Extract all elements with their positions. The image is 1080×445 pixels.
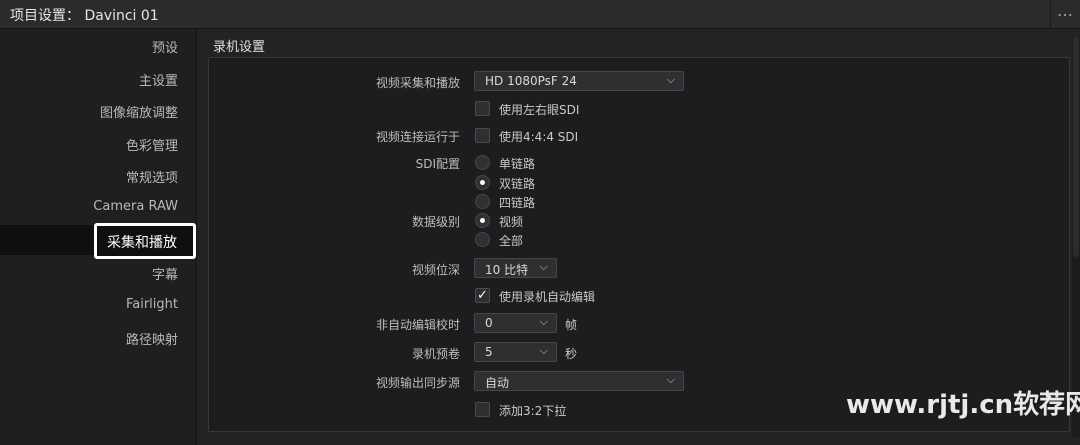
- full-level-label: 全部: [499, 234, 524, 248]
- sidebar-item-color-management[interactable]: 色彩管理: [0, 128, 196, 158]
- sidebar-item-general-options[interactable]: 常规选项: [0, 160, 196, 190]
- title-bar: 项目设置： Davinci 01 …: [0, 0, 1080, 29]
- radio-dual-link[interactable]: [475, 175, 490, 190]
- check-icon: ✓: [477, 288, 488, 303]
- radio-quad-link[interactable]: [475, 194, 490, 209]
- vertical-scrollbar[interactable]: [1072, 37, 1080, 437]
- use-deck-autoedit-label: 使用录机自动编辑: [499, 290, 596, 304]
- sidebar-item-camera-raw[interactable]: Camera RAW: [0, 192, 196, 222]
- non-auto-edit-timing-dropdown[interactable]: 0 ⌵: [474, 313, 557, 333]
- video-format-dropdown[interactable]: HD 1080PsF 24 ⌵: [474, 71, 684, 91]
- chevron-down-icon: ⌵: [539, 315, 548, 328]
- quad-link-label: 四链路: [499, 196, 536, 210]
- use-444-sdi-checkbox[interactable]: [475, 128, 490, 143]
- chevron-down-icon: ⌵: [539, 260, 548, 273]
- radio-single-link[interactable]: [475, 155, 490, 170]
- deck-preroll-dropdown[interactable]: 5 ⌵: [474, 342, 557, 362]
- more-options-icon[interactable]: …: [1050, 0, 1080, 29]
- main-content: 录机设置 视频采集和播放 HD 1080PsF 24 ⌵ 使用左右眼SDI 视频…: [196, 29, 1080, 445]
- sidebar-item-label: 预设: [151, 41, 178, 56]
- sidebar-item-label: Camera RAW: [93, 199, 178, 214]
- sidebar-item-label: Fairlight: [125, 297, 178, 312]
- bit-depth-dropdown[interactable]: 10 比特 ⌵: [474, 258, 557, 278]
- sidebar-item-fairlight[interactable]: Fairlight: [0, 290, 196, 320]
- dropdown-value: HD 1080PsF 24: [485, 74, 577, 88]
- sidebar-item-label: 常规选项: [125, 171, 178, 186]
- video-connection-label: 视频连接运行于: [375, 130, 460, 144]
- sidebar-item-path-mapping[interactable]: 路径映射: [0, 322, 196, 352]
- chevron-down-icon: ⌵: [539, 344, 548, 357]
- radio-video-level[interactable]: [475, 213, 490, 228]
- sidebar-item-subtitles[interactable]: 字幕: [0, 257, 196, 287]
- sidebar-item-label: 色彩管理: [125, 139, 178, 154]
- video-level-label: 视频: [499, 215, 524, 229]
- video-capture-playback-label: 视频采集和播放: [375, 76, 460, 90]
- radio-selected-dot: [480, 180, 485, 185]
- single-link-label: 单链路: [499, 157, 536, 171]
- scrollbar-thumb[interactable]: [1073, 37, 1079, 257]
- data-levels-label: 数据级别: [411, 215, 460, 229]
- chevron-down-icon: ⌵: [666, 373, 675, 386]
- sdi-config-label: SDI配置: [415, 157, 460, 171]
- sidebar-item-label: 图像缩放调整: [99, 106, 178, 121]
- add-pulldown-checkbox[interactable]: [475, 402, 490, 417]
- sidebar-item-label: 主设置: [138, 74, 178, 89]
- video-output-sync-dropdown[interactable]: 自动 ⌵: [474, 371, 684, 391]
- sidebar-item-label-active: 采集和播放: [107, 235, 177, 251]
- site-watermark: www.rjtj.cn软荐网: [846, 390, 1080, 420]
- video-output-sync-label: 视频输出同步源: [375, 376, 460, 390]
- section-title: 录机设置: [213, 40, 266, 55]
- use-stereo-sdi-checkbox[interactable]: [475, 101, 490, 116]
- highlight-annotation-box[interactable]: 采集和播放: [94, 223, 196, 259]
- add-pulldown-label: 添加3:2下拉: [499, 404, 567, 418]
- sidebar-item-presets[interactable]: 预设: [0, 30, 196, 60]
- radio-full-level[interactable]: [475, 232, 490, 247]
- sidebar-item-label: 路径映射: [125, 333, 178, 348]
- dropdown-value: 10 比特: [485, 263, 529, 277]
- sidebar-item-master-settings[interactable]: 主设置: [0, 63, 196, 93]
- use-444-sdi-label: 使用4:4:4 SDI: [499, 130, 579, 144]
- non-auto-edit-timing-label: 非自动编辑校时: [375, 318, 460, 332]
- dual-link-label: 双链路: [499, 177, 536, 191]
- frames-unit: 帧: [565, 318, 578, 332]
- chevron-down-icon: ⌵: [666, 73, 675, 86]
- dropdown-value: 自动: [485, 376, 510, 390]
- bit-depth-label: 视频位深: [411, 263, 460, 277]
- seconds-unit: 秒: [565, 347, 578, 361]
- use-stereo-sdi-label: 使用左右眼SDI: [499, 103, 580, 117]
- deck-preroll-label: 录机预卷: [411, 347, 460, 361]
- dropdown-value: 5: [485, 345, 493, 359]
- window-title: 项目设置： Davinci 01: [10, 8, 159, 24]
- radio-selected-dot: [480, 218, 485, 223]
- dropdown-value: 0: [485, 316, 493, 330]
- sidebar-item-image-scaling[interactable]: 图像缩放调整: [0, 95, 196, 125]
- sidebar-item-label: 字幕: [151, 268, 178, 283]
- use-deck-autoedit-checkbox[interactable]: ✓: [475, 288, 490, 303]
